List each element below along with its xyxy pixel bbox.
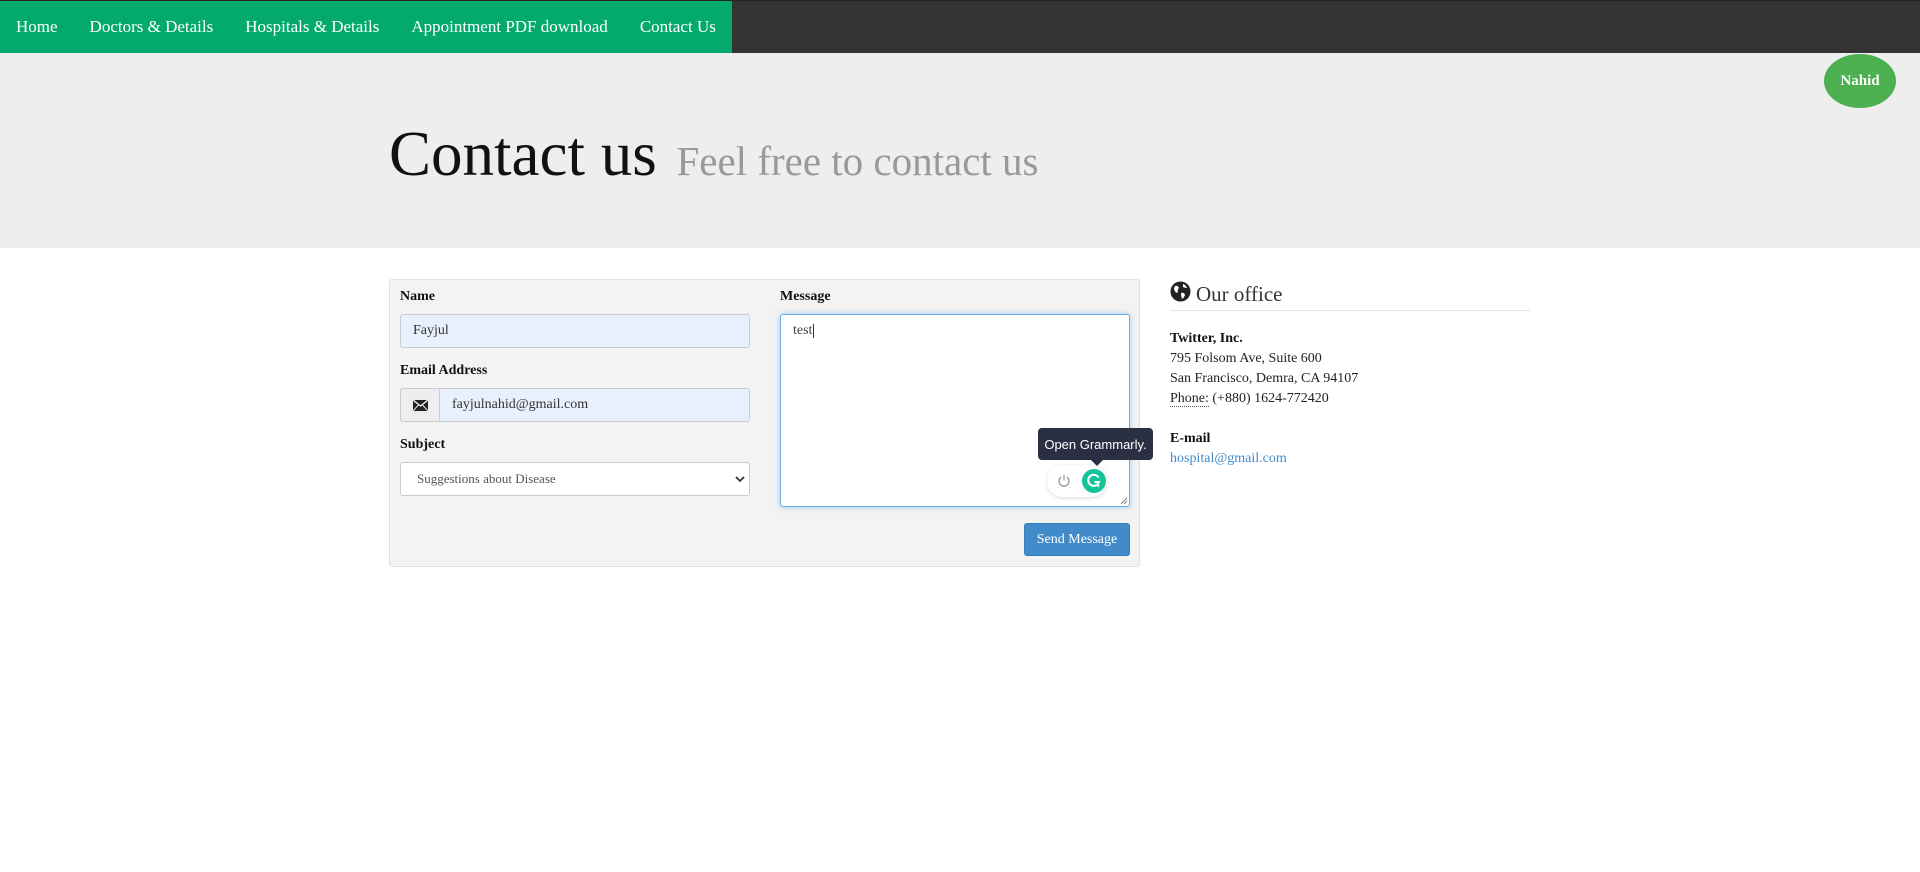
subject-label: Subject [400, 437, 446, 452]
page-header: Contact us Feel free to contact us [0, 53, 1920, 248]
text-caret [813, 323, 815, 338]
email-label: Email Address [400, 363, 488, 378]
nav-home[interactable]: Home [0, 1, 74, 54]
subject-select[interactable]: Suggestions about Disease [400, 462, 750, 496]
envelope-icon [400, 388, 440, 422]
subject-value: Suggestions about Disease [417, 471, 556, 486]
message-content: test [793, 323, 815, 339]
nav-hospitals[interactable]: Hospitals & Details [229, 1, 395, 54]
phone-value: (+880) 1624-772420 [1212, 391, 1329, 406]
nav-menu: Home Doctors & Details Hospitals & Detai… [0, 1, 732, 54]
page-title: Contact us Feel free to contact us [389, 118, 1039, 191]
nav-contact-us[interactable]: Contact Us [624, 1, 732, 54]
name-field[interactable]: Fayjul [400, 314, 750, 348]
message-value: test [793, 323, 813, 338]
phone-label: Phone: [1170, 391, 1209, 407]
resize-handle-icon[interactable] [1118, 495, 1128, 505]
office-email-link[interactable]: hospital@gmail.com [1170, 451, 1287, 467]
grammarly-icon[interactable] [1082, 469, 1106, 493]
globe-icon [1170, 281, 1191, 302]
email-value: fayjulnahid@gmail.com [452, 397, 589, 412]
office-email-label: E-mail [1170, 431, 1211, 446]
send-message-button[interactable]: Send Message [1024, 523, 1130, 556]
office-company: Twitter, Inc. [1170, 331, 1243, 346]
name-value: Fayjul [413, 323, 449, 338]
office-address-line1: 795 Folsom Ave, Suite 600 [1170, 351, 1322, 366]
nav-appointment-pdf[interactable]: Appointment PDF download [395, 1, 623, 54]
chevron-down-icon [735, 476, 745, 483]
nav-doctors[interactable]: Doctors & Details [74, 1, 230, 54]
message-label: Message [780, 289, 831, 304]
power-icon[interactable] [1057, 474, 1071, 488]
grammarly-tooltip: Open Grammarly. [1038, 428, 1153, 466]
office-address-line2: San Francisco, Demra, CA 94107 [1170, 371, 1359, 386]
email-field[interactable]: fayjulnahid@gmail.com [439, 388, 750, 422]
page-subtitle: Feel free to contact us [676, 138, 1039, 184]
office-phone: Phone: (+880) 1624-772420 [1170, 391, 1329, 407]
user-avatar-button[interactable]: Nahid [1824, 54, 1896, 108]
page-title-text: Contact us [389, 119, 657, 189]
office-header: Our office [1170, 280, 1530, 311]
grammarly-widget [1047, 465, 1107, 497]
office-title: Our office [1196, 282, 1283, 306]
name-label: Name [400, 289, 435, 304]
top-navbar: Home Doctors & Details Hospitals & Detai… [0, 0, 1920, 54]
